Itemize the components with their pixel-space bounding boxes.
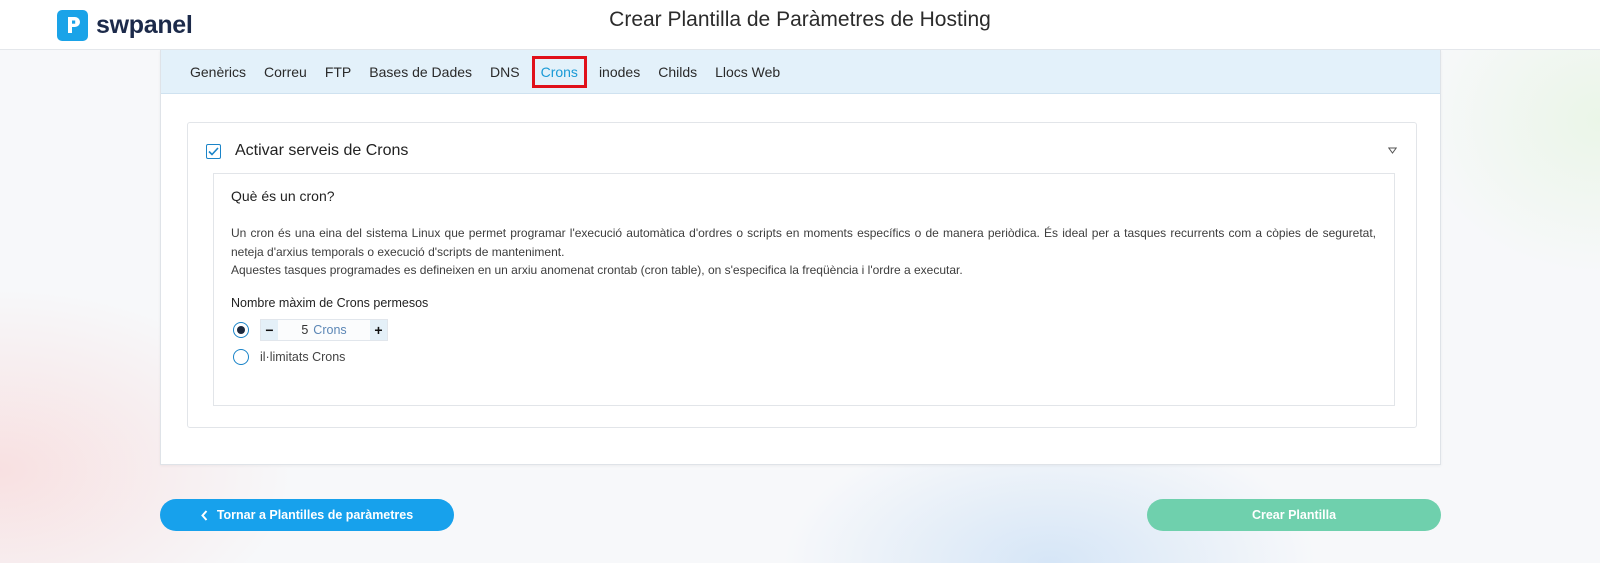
cron-info-box: Què és un cron? Un cron és una eina del … bbox=[213, 173, 1395, 406]
quantity-unit: Crons bbox=[313, 323, 347, 337]
increment-button[interactable]: + bbox=[370, 320, 387, 340]
info-paragraph: Aquestes tasques programades es defineix… bbox=[231, 263, 963, 277]
tab-inodes[interactable]: inodes bbox=[598, 60, 641, 84]
section-title: Activar serveis de Crons bbox=[235, 142, 409, 159]
radio-selected-dot bbox=[237, 326, 245, 334]
tab-childs[interactable]: Childs bbox=[657, 60, 698, 84]
tab-bases-de-dades[interactable]: Bases de Dades bbox=[368, 60, 473, 84]
info-description: Un cron és una eina del sistema Linux qu… bbox=[231, 224, 1376, 280]
create-button-label: Crear Plantilla bbox=[1251, 508, 1337, 522]
section-header: Activar serveis de Crons bbox=[206, 142, 408, 160]
limited-option-row: − 5 Crons + bbox=[233, 319, 388, 341]
info-heading: Què és un cron? bbox=[231, 188, 335, 204]
checkmark-icon bbox=[208, 146, 219, 156]
quantity-value: 5 bbox=[301, 323, 309, 337]
cron-quantity-stepper: − 5 Crons + bbox=[260, 319, 388, 341]
collapse-toggle[interactable] bbox=[1386, 145, 1398, 155]
enable-crons-checkbox[interactable] bbox=[206, 143, 221, 159]
top-bar: swpanel Crear Plantilla de Paràmetres de… bbox=[0, 0, 1600, 50]
tab-ftp[interactable]: FTP bbox=[324, 60, 352, 84]
create-template-button[interactable]: Crear Plantilla bbox=[1147, 499, 1441, 531]
page-title: Crear Plantilla de Paràmetres de Hosting bbox=[609, 8, 991, 31]
back-to-templates-button[interactable]: Tornar a Plantilles de paràmetres bbox=[160, 499, 454, 531]
template-form-card: Genèrics Correu FTP Bases de Dades DNS C… bbox=[160, 50, 1441, 465]
crons-section: Activar serveis de Crons Què és un cron?… bbox=[187, 122, 1417, 428]
back-button-label: Tornar a Plantilles de paràmetres bbox=[216, 508, 414, 522]
decrement-button[interactable]: − bbox=[261, 320, 278, 340]
tab-crons[interactable]: Crons bbox=[531, 55, 587, 88]
unlimited-label: il·limitats Crons bbox=[260, 350, 346, 364]
unlimited-radio[interactable] bbox=[233, 349, 249, 365]
triangle-down-icon bbox=[1387, 147, 1397, 154]
tab-dns[interactable]: DNS bbox=[489, 60, 521, 84]
tab-generics[interactable]: Genèrics bbox=[189, 60, 247, 84]
info-paragraph: Un cron és una eina del sistema Linux qu… bbox=[231, 226, 1376, 259]
tab-correu[interactable]: Correu bbox=[263, 60, 308, 84]
quantity-field[interactable]: 5 Crons bbox=[278, 320, 370, 340]
tab-llocs-web[interactable]: Llocs Web bbox=[714, 60, 781, 84]
limited-radio[interactable] bbox=[233, 322, 249, 338]
chevron-left-icon bbox=[200, 509, 208, 521]
unlimited-option-row: il·limitats Crons bbox=[233, 349, 345, 365]
max-crons-label: Nombre màxim de Crons permesos bbox=[231, 296, 429, 310]
tab-bar: Genèrics Correu FTP Bases de Dades DNS C… bbox=[161, 50, 1440, 94]
